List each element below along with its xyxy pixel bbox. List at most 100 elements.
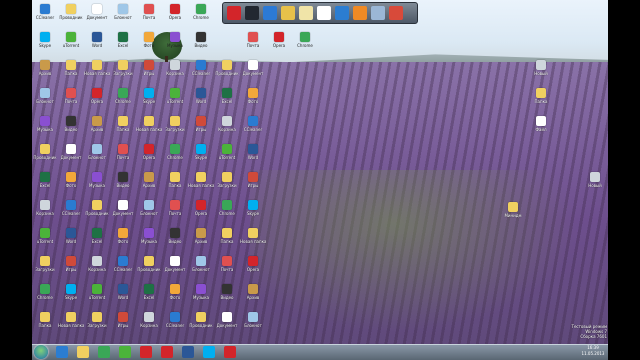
- desktop-icon[interactable]: CCleaner: [188, 60, 214, 84]
- desktop-icon[interactable]: Документ: [214, 312, 240, 336]
- desktop-icon[interactable]: Почта: [162, 200, 188, 224]
- desktop-icon[interactable]: Opera: [84, 88, 110, 112]
- desktop-icon[interactable]: Проводник: [58, 4, 84, 28]
- desktop-icon[interactable]: Блокнот: [188, 256, 214, 280]
- desktop-icon[interactable]: Excel: [32, 172, 58, 196]
- desktop-icon[interactable]: Загрузки: [32, 256, 58, 280]
- opera-icon[interactable]: [161, 346, 173, 358]
- desktop-icon[interactable]: Chrome: [214, 200, 240, 224]
- desktop-icon[interactable]: Музыка: [84, 172, 110, 196]
- desktop-icon[interactable]: Корзина: [162, 60, 188, 84]
- desktop-icon[interactable]: Excel: [84, 228, 110, 252]
- desktop-icon[interactable]: Игры: [110, 312, 136, 336]
- desktop-icon[interactable]: Новая папка: [136, 116, 162, 140]
- desktop-icon[interactable]: Word: [188, 88, 214, 112]
- desktop-icon[interactable]: Почта: [58, 88, 84, 112]
- desktop-icon[interactable]: Блокнот: [240, 312, 266, 336]
- desktop-icon[interactable]: Excel: [214, 88, 240, 112]
- desktop-icon[interactable]: Блокнот: [32, 88, 58, 112]
- skype-icon[interactable]: [203, 346, 215, 358]
- edit-icon[interactable]: [299, 6, 313, 20]
- desktop-icon[interactable]: uTorrent: [58, 32, 84, 56]
- record-icon[interactable]: [224, 346, 236, 358]
- media-player-icon[interactable]: [353, 6, 367, 20]
- desktop-icon[interactable]: Фото: [136, 32, 162, 56]
- desktop-icon[interactable]: Папка: [32, 312, 58, 336]
- desktop-icon[interactable]: Видео: [162, 228, 188, 252]
- settings-icon[interactable]: [371, 6, 385, 20]
- desktop-icon[interactable]: Музыка: [136, 228, 162, 252]
- desktop-icon[interactable]: Видео: [110, 172, 136, 196]
- desktop-icon[interactable]: Загрузки: [110, 60, 136, 84]
- desktop-icon[interactable]: Chrome: [162, 144, 188, 168]
- desktop-icon[interactable]: Фото: [240, 88, 266, 112]
- desktop-icon[interactable]: Почта: [110, 144, 136, 168]
- taskbar-clock[interactable]: 16:39 11.05.2013: [580, 345, 606, 359]
- desktop-icon[interactable]: Блокнот: [84, 144, 110, 168]
- desktop-icon[interactable]: Word: [110, 284, 136, 308]
- desktop-icon[interactable]: Папка: [58, 60, 84, 84]
- globe-icon[interactable]: [335, 6, 349, 20]
- desktop-icon[interactable]: Папка: [110, 116, 136, 140]
- start-button[interactable]: [34, 345, 48, 359]
- desktop-icon[interactable]: Excel: [110, 32, 136, 56]
- desktop-icon[interactable]: Документ: [162, 256, 188, 280]
- desktop-icon[interactable]: Корзина: [32, 200, 58, 224]
- window-icon[interactable]: [263, 6, 277, 20]
- desktop-icon[interactable]: Word: [58, 228, 84, 252]
- desktop-icon[interactable]: Корзина: [136, 312, 162, 336]
- opera-icon[interactable]: [140, 346, 152, 358]
- desktop-icon[interactable]: Новый: [582, 172, 608, 196]
- desktop-icon[interactable]: Новый: [528, 60, 554, 84]
- desktop-icon[interactable]: Игры: [188, 116, 214, 140]
- desktop-icon[interactable]: Opera: [188, 200, 214, 224]
- desktop-icon[interactable]: Фото: [58, 172, 84, 196]
- desktop-icon[interactable]: Проводник: [188, 312, 214, 336]
- desktop-icon[interactable]: Новая папка: [58, 312, 84, 336]
- eject-icon[interactable]: [389, 6, 403, 20]
- desktop-icon[interactable]: Новая папка: [188, 172, 214, 196]
- desktop-icon[interactable]: Папка: [214, 228, 240, 252]
- desktop-icon[interactable]: Документ: [58, 144, 84, 168]
- desktop-icon[interactable]: Skype: [32, 32, 58, 56]
- desktop-icon[interactable]: Минидм: [500, 202, 526, 226]
- desktop-icon[interactable]: Папка: [528, 88, 554, 112]
- desktop-icon[interactable]: Opera: [162, 4, 188, 28]
- desktop-icon[interactable]: Документ: [110, 200, 136, 224]
- desktop-icon[interactable]: uTorrent: [32, 228, 58, 252]
- chrome-icon[interactable]: [98, 346, 110, 358]
- desktop-icon[interactable]: Музыка: [32, 116, 58, 140]
- desktop-icon[interactable]: Видео: [214, 284, 240, 308]
- desktop-icon[interactable]: Игры: [58, 256, 84, 280]
- desktop-icon[interactable]: Архив: [188, 228, 214, 252]
- utorrent-icon[interactable]: [119, 346, 131, 358]
- desktop-icon[interactable]: Skype: [188, 144, 214, 168]
- desktop-icon[interactable]: Word: [240, 144, 266, 168]
- desktop-icon[interactable]: Блокнот: [110, 4, 136, 28]
- desktop-icon[interactable]: Корзина: [84, 256, 110, 280]
- desktop-icon[interactable]: Новая папка: [84, 60, 110, 84]
- desktop-icon[interactable]: Архив: [84, 116, 110, 140]
- desktop-icon[interactable]: Opera: [240, 256, 266, 280]
- desktop-icon[interactable]: Skype: [136, 88, 162, 112]
- desktop-icon[interactable]: Проводник: [84, 200, 110, 224]
- desktop-icon[interactable]: CCleaner: [110, 256, 136, 280]
- ie-icon[interactable]: [56, 346, 68, 358]
- desktop-icon[interactable]: Chrome: [292, 32, 318, 56]
- desktop-icon[interactable]: Музыка: [162, 32, 188, 56]
- desktop-icon[interactable]: Opera: [266, 32, 292, 56]
- desktop-icon[interactable]: Игры: [136, 60, 162, 84]
- document-icon[interactable]: [317, 6, 331, 20]
- desktop-icon[interactable]: Музыка: [188, 284, 214, 308]
- desktop-icon[interactable]: uTorrent: [162, 88, 188, 112]
- desktop-icon[interactable]: Почта: [240, 32, 266, 56]
- desktop-icon[interactable]: CCleaner: [240, 116, 266, 140]
- desktop-icon[interactable]: Проводник: [32, 144, 58, 168]
- desktop-icon[interactable]: Opera: [136, 144, 162, 168]
- desktop-icon[interactable]: Chrome: [188, 4, 214, 28]
- desktop-icon[interactable]: Файл: [528, 116, 554, 140]
- word-icon[interactable]: [182, 346, 194, 358]
- desktop-icon[interactable]: Excel: [136, 284, 162, 308]
- folder-icon[interactable]: [77, 346, 89, 358]
- desktop-icon[interactable]: Видео: [58, 116, 84, 140]
